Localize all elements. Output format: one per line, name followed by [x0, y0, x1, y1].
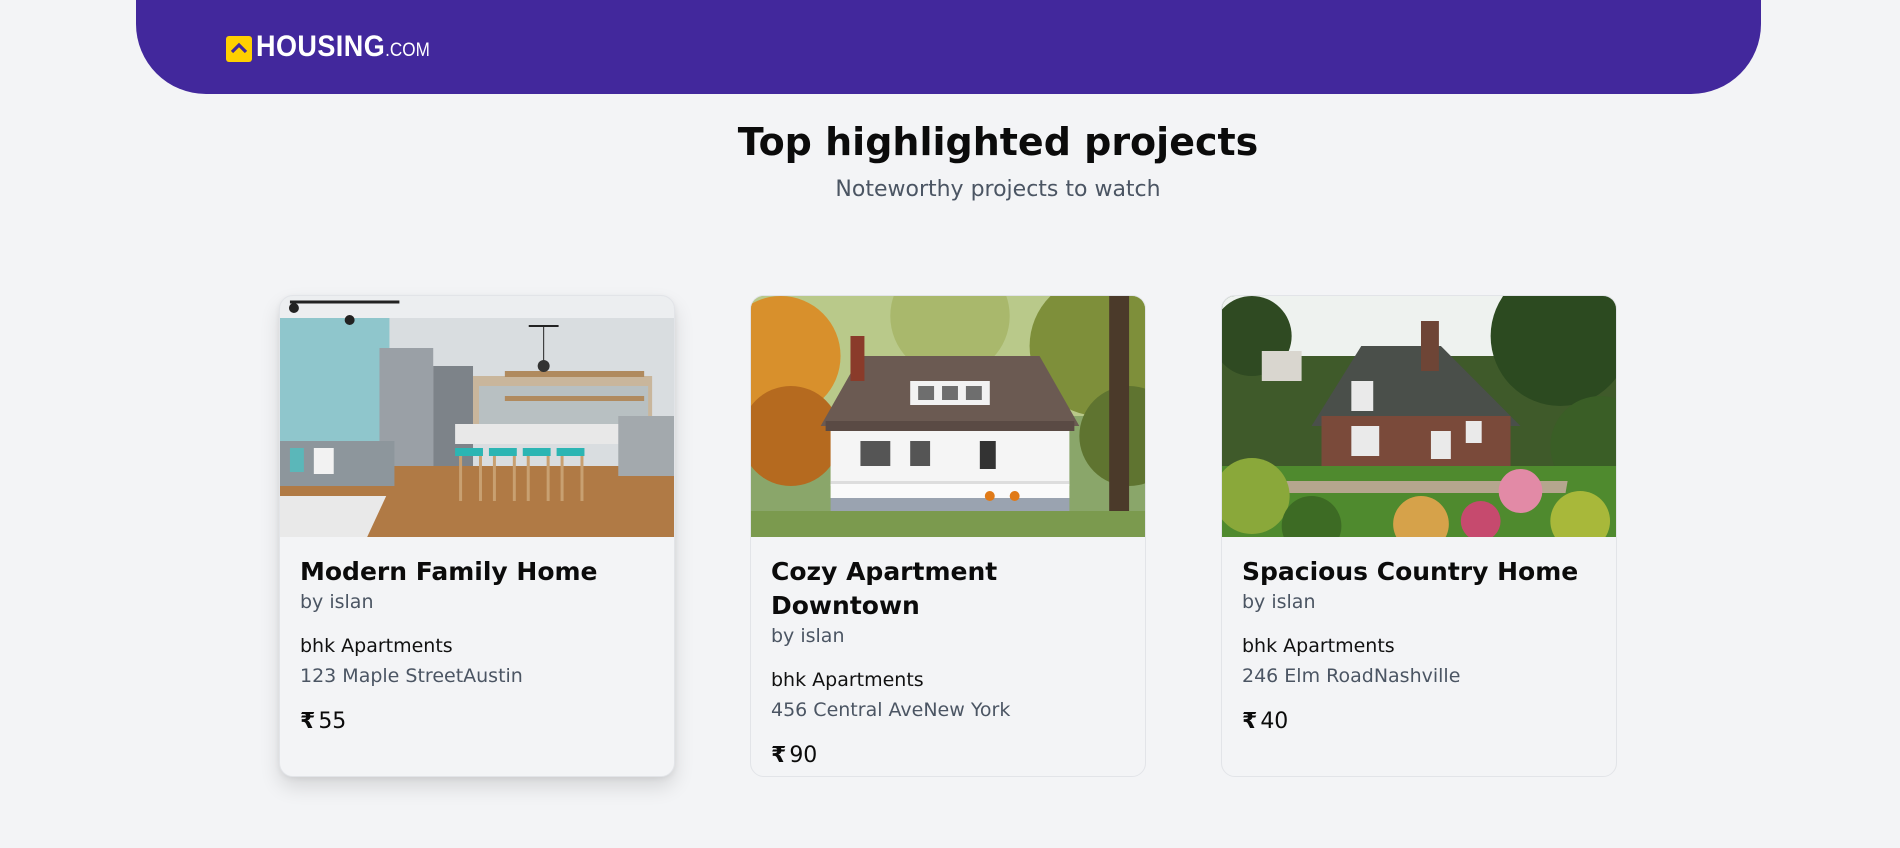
logo-wordmark: HOUSING.COM: [256, 32, 430, 66]
logo-main-text: HOUSING: [256, 30, 386, 63]
project-price: ₹ 55: [300, 707, 654, 737]
project-card[interactable]: Spacious Country Home by islan bhk Apart…: [1221, 295, 1617, 777]
project-title[interactable]: Cozy Apartment Downtown: [771, 555, 1125, 623]
project-card[interactable]: Cozy Apartment Downtown by islan bhk Apa…: [750, 295, 1146, 777]
project-image: [1222, 296, 1616, 537]
home-icon: [226, 36, 252, 62]
section-heading: Top highlighted projects Noteworthy proj…: [0, 118, 1900, 204]
project-developer: by islan: [300, 591, 374, 613]
project-address: 246 Elm RoadNashville: [1242, 665, 1461, 687]
logo-suffix-text: .COM: [385, 40, 430, 61]
project-image: [280, 296, 674, 537]
project-price: ₹ 40: [1242, 707, 1596, 737]
project-price: ₹ 90: [771, 741, 1125, 771]
rupee-icon: ₹: [1242, 709, 1258, 734]
project-title[interactable]: Modern Family Home: [300, 555, 654, 589]
project-type: bhk Apartments: [771, 669, 924, 691]
site-header: HOUSING.COM: [136, 0, 1761, 94]
section-subtitle: Noteworthy projects to watch: [835, 177, 1161, 202]
price-value: 40: [1260, 709, 1289, 734]
section-title: Top highlighted projects: [737, 120, 1259, 164]
project-title[interactable]: Spacious Country Home: [1242, 555, 1596, 589]
project-image: [751, 296, 1145, 537]
housing-logo[interactable]: HOUSING.COM: [226, 32, 449, 66]
project-address: 123 Maple StreetAustin: [300, 665, 523, 687]
project-card[interactable]: Modern Family Home by islan bhk Apartmen…: [279, 295, 675, 777]
project-developer: by islan: [1242, 591, 1316, 613]
rupee-icon: ₹: [300, 709, 316, 734]
project-developer: by islan: [771, 625, 845, 647]
rupee-icon: ₹: [771, 743, 787, 768]
project-type: bhk Apartments: [1242, 635, 1395, 657]
price-value: 55: [318, 709, 347, 734]
project-type: bhk Apartments: [300, 635, 453, 657]
project-address: 456 Central AveNew York: [771, 699, 1011, 721]
price-value: 90: [789, 743, 818, 768]
